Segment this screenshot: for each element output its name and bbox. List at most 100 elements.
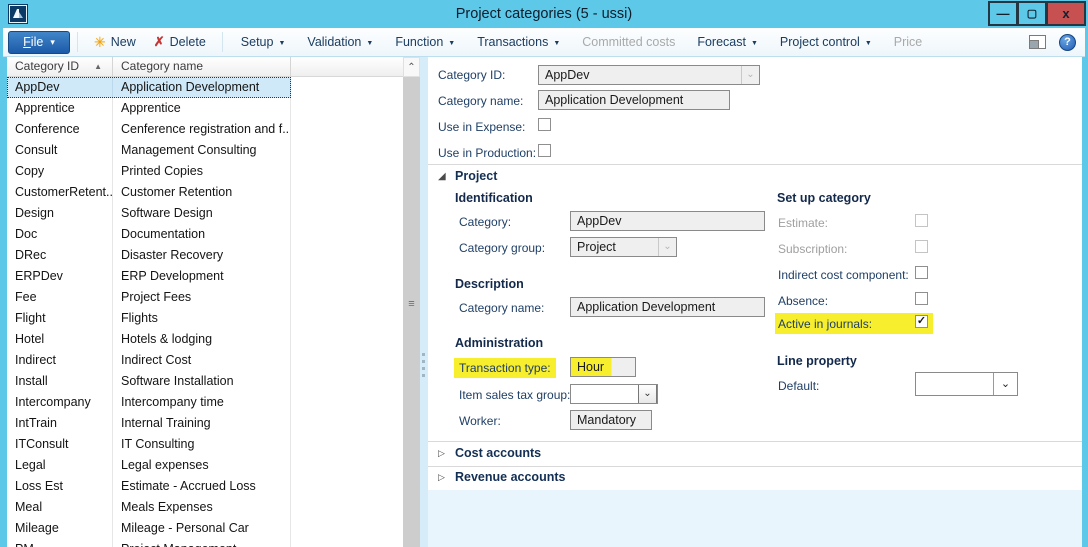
use-in-expense-checkbox[interactable] [538, 118, 551, 131]
category-field[interactable]: AppDev [570, 211, 765, 231]
table-row[interactable]: CustomerRetent...Customer Retention [7, 182, 403, 203]
menu-price: Price [883, 28, 933, 56]
table-row[interactable]: ITConsultIT Consulting [7, 434, 403, 455]
table-row[interactable]: IntercompanyIntercompany time [7, 392, 403, 413]
table-row[interactable]: ApprenticeApprentice [7, 98, 403, 119]
divider [428, 466, 1082, 467]
subscription-label: Subscription: [778, 242, 847, 256]
table-row[interactable]: HotelHotels & lodging [7, 329, 403, 350]
menu-transactions[interactable]: Transactions▼ [466, 28, 571, 56]
scrollbar-thumb[interactable]: ≡ [403, 77, 420, 547]
pane-layout-icon[interactable] [1029, 35, 1046, 49]
delete-x-icon: ✗ [154, 34, 165, 50]
maximize-icon: ▢ [1027, 7, 1037, 20]
new-star-icon: ✳ [94, 34, 106, 51]
transaction-type-label: Transaction type: [454, 358, 556, 378]
estimate-checkbox[interactable] [915, 214, 928, 227]
description-category-name-field[interactable]: Application Development [570, 297, 765, 317]
expand-triangle-icon[interactable]: ▷ [438, 448, 445, 459]
section-revenue-accounts[interactable]: Revenue accounts [455, 470, 565, 484]
absence-checkbox[interactable] [915, 292, 928, 305]
category-group-combobox[interactable]: Project ⌄ [570, 237, 677, 257]
indirect-cost-component-checkbox[interactable] [915, 266, 928, 279]
chevron-down-icon[interactable]: ⌄ [638, 384, 657, 404]
table-row[interactable]: LegalLegal expenses [7, 455, 403, 476]
menu-validation[interactable]: Validation▼ [296, 28, 384, 56]
table-row[interactable]: AppDevApplication Development [7, 77, 291, 98]
absence-label: Absence: [778, 294, 828, 308]
chevron-down-icon[interactable]: ⌄ [993, 373, 1017, 395]
table-row[interactable]: IntTrainInternal Training [7, 413, 403, 434]
menu-committed-costs: Committed costs [571, 28, 686, 56]
table-row[interactable]: FeeProject Fees [7, 287, 403, 308]
table-row[interactable]: DesignSoftware Design [7, 203, 403, 224]
chevron-down-icon[interactable]: ⌄ [658, 238, 676, 256]
column-header-category-id[interactable]: Category ID ▲ [7, 57, 113, 76]
close-button[interactable]: x [1046, 1, 1086, 26]
section-project[interactable]: Project [455, 169, 497, 183]
table-row[interactable]: ConferenceCenference registration and f.… [7, 119, 403, 140]
category-group-label: Category group: [459, 241, 545, 255]
table-row[interactable]: CopyPrinted Copies [7, 161, 403, 182]
collapse-triangle-icon[interactable]: ◢ [438, 171, 446, 182]
table-row[interactable]: PMProject Management [7, 539, 403, 547]
minimize-button[interactable]: — [988, 1, 1017, 26]
worker-field[interactable]: Mandatory [570, 410, 652, 430]
default-combobox[interactable]: ⌄ [915, 372, 1018, 396]
column-header-category-name[interactable]: Category name [113, 57, 291, 76]
table-row[interactable]: FlightFlights [7, 308, 403, 329]
table-row[interactable]: ConsultManagement Consulting [7, 140, 403, 161]
transaction-type-field[interactable]: Hour [570, 357, 636, 377]
section-cost-accounts[interactable]: Cost accounts [455, 446, 541, 460]
toolbar: File ▾ ✳ New ✗ Delete Setup▼ Validation▼… [3, 28, 1085, 57]
menu-setup[interactable]: Setup▼ [230, 28, 297, 56]
table-row[interactable]: DocDocumentation [7, 224, 403, 245]
chevron-down-icon: ▼ [553, 38, 560, 47]
group-set-up-category: Set up category [777, 191, 871, 205]
help-icon[interactable]: ? [1059, 34, 1076, 51]
table-row[interactable]: InstallSoftware Installation [7, 371, 403, 392]
table-row[interactable]: MealMeals Expenses [7, 497, 403, 518]
category-id-label: Category ID: [438, 68, 505, 82]
toolbar-separator [77, 32, 78, 52]
use-in-production-checkbox[interactable] [538, 144, 551, 157]
column-header-empty [291, 57, 403, 76]
category-id-combobox[interactable]: AppDev ⌄ [538, 65, 760, 85]
new-button[interactable]: ✳ New [85, 28, 145, 56]
item-sales-tax-group-combobox[interactable]: ⌄ [570, 384, 658, 404]
divider [428, 441, 1082, 442]
use-in-production-label: Use in Production: [438, 146, 536, 160]
table-row[interactable]: MileageMileage - Personal Car [7, 518, 403, 539]
expand-triangle-icon[interactable]: ▷ [438, 472, 445, 483]
window-title: Project categories (5 - ussi) [0, 0, 1088, 28]
maximize-button[interactable]: ▢ [1017, 1, 1046, 26]
chevron-down-icon: ▼ [865, 38, 872, 47]
panel-splitter[interactable] [420, 57, 428, 547]
project-categories-window: Project categories (5 - ussi) — ▢ x File… [0, 0, 1088, 547]
menu-project-control[interactable]: Project control▼ [769, 28, 883, 56]
chevron-down-icon: ▼ [278, 38, 285, 47]
grid-scrollbar[interactable]: ⌃ ≡ [403, 57, 420, 547]
chevron-down-icon[interactable]: ⌄ [741, 66, 759, 84]
menu-function[interactable]: Function▼ [384, 28, 466, 56]
minimize-icon: — [997, 6, 1010, 21]
estimate-label: Estimate: [778, 216, 828, 230]
subscription-checkbox[interactable] [915, 240, 928, 253]
description-category-name-label: Category name: [459, 301, 544, 315]
details-background [428, 57, 1082, 490]
table-row[interactable]: Loss EstEstimate - Accrued Loss [7, 476, 403, 497]
table-row[interactable]: DRecDisaster Recovery [7, 245, 403, 266]
chevron-down-icon: ▾ [50, 36, 55, 48]
category-name-field[interactable]: Application Development [538, 90, 730, 110]
details-panel: Category ID: AppDev ⌄ Category name: App… [428, 57, 1082, 547]
active-in-journals-checkbox[interactable]: ✓ [915, 315, 928, 328]
scroll-up-icon[interactable]: ⌃ [403, 57, 420, 77]
worker-label: Worker: [459, 414, 501, 428]
table-row[interactable]: IndirectIndirect Cost [7, 350, 403, 371]
table-row[interactable]: ERPDevERP Development [7, 266, 403, 287]
file-menu-button[interactable]: File ▾ [8, 31, 70, 54]
menu-forecast[interactable]: Forecast▼ [686, 28, 769, 56]
chevron-down-icon: ▼ [448, 38, 455, 47]
splitter-grip-icon [422, 353, 425, 377]
delete-button[interactable]: ✗ Delete [145, 28, 215, 56]
